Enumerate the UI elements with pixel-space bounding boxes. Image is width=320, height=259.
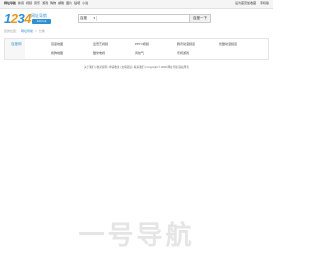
top-nav: 网址导航 新闻 视频 音乐 游戏 购物 邮箱 图片 贴吧 小说: [4, 1, 88, 6]
breadcrumb-prefix: 您的位置：: [4, 29, 20, 33]
set-homepage-link[interactable]: 设为首页加收藏: [235, 1, 256, 6]
top-nav-link[interactable]: 小说: [82, 1, 88, 6]
watermark-text: 一号导航: [78, 220, 195, 250]
logo-digit: 4: [24, 11, 31, 26]
top-right-links: 设为首页加收藏 手机版: [235, 1, 269, 6]
category-link[interactable]: PPTV视频: [135, 42, 149, 47]
top-nav-link[interactable]: 图片: [66, 1, 72, 6]
category-panel: 百度网 百度地图 爱奇艺视频 PPTV视频 腾讯动漫频道 优酷动漫频道 搜狗地图…: [4, 38, 269, 60]
top-nav-link[interactable]: 游戏: [42, 1, 48, 6]
search-input[interactable]: [99, 16, 169, 21]
search-divider: [96, 16, 97, 21]
breadcrumb-home[interactable]: 网址导航: [21, 29, 33, 33]
footer-text: 关于我们 | 收录说明 | 申请收录 | 友情链接 | 联系我们 | Copyr…: [84, 66, 189, 69]
category-link[interactable]: 爱奇艺视频: [93, 42, 108, 47]
category-link[interactable]: 优酷动漫频道: [219, 42, 237, 47]
logo-digits: 1234: [4, 12, 31, 26]
top-nav-link[interactable]: 新闻: [18, 1, 24, 6]
mobile-version-link[interactable]: 手机版: [260, 1, 269, 6]
category-title[interactable]: 百度网: [11, 42, 22, 47]
breadcrumb: 您的位置： 网址导航 > 分类: [4, 29, 45, 33]
category-link[interactable]: 腾讯动漫频道: [177, 42, 195, 47]
top-nav-link[interactable]: 音乐: [34, 1, 40, 6]
breadcrumb-current: 分类: [38, 29, 45, 33]
category-link[interactable]: 乐视游戏: [177, 51, 189, 56]
chevron-down-icon: ▾: [93, 16, 95, 20]
category-link[interactable]: 风炫气: [135, 51, 144, 56]
top-nav-link[interactable]: 邮箱: [58, 1, 64, 6]
top-nav-link[interactable]: 购物: [50, 1, 56, 6]
search-engine-select[interactable]: 百度 ▾: [80, 15, 95, 22]
logo-digit: 1: [4, 11, 11, 26]
search-button[interactable]: 百度一下: [189, 15, 210, 22]
logo-badge: 123.ink: [32, 19, 51, 24]
category-link[interactable]: 酷米电视: [93, 51, 105, 56]
search-engine-label: 百度: [80, 16, 87, 20]
category-link[interactable]: 搜狗地图: [51, 51, 63, 56]
logo-subtitle: 网址导航: [31, 13, 47, 18]
search-box: 百度 ▾ 百度一下: [78, 14, 211, 23]
site-logo[interactable]: 1234 网址导航 123.ink: [4, 12, 52, 26]
top-nav-link[interactable]: 贴吧: [74, 1, 80, 6]
top-nav-link[interactable]: 视频: [26, 1, 32, 6]
breadcrumb-separator: >: [35, 29, 37, 33]
category-link[interactable]: 百度地图: [51, 42, 63, 47]
top-nav-link-home[interactable]: 网址导航: [4, 1, 16, 6]
top-bar: 网址导航 新闻 视频 音乐 游戏 购物 邮箱 图片 贴吧 小说 设为首页加收藏 …: [0, 0, 273, 9]
